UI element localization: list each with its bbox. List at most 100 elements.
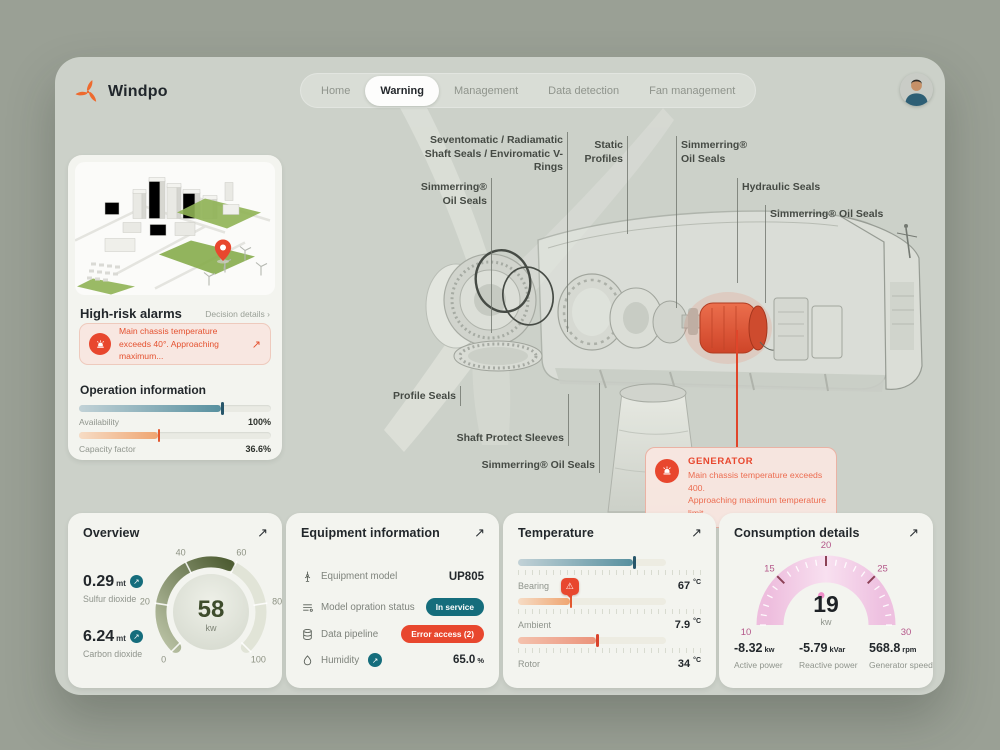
temperature-warning-icon[interactable]: ⚠	[561, 578, 579, 595]
city-map-image	[75, 162, 275, 295]
error-access-badge[interactable]: Error access (2)	[401, 625, 484, 643]
diagram-label-shaft-protect: Shaft Protect Sleeves	[414, 432, 564, 446]
svg-text:0: 0	[161, 654, 166, 664]
sulfur-stat: 0.29mt↗ Sulfur dioxide	[83, 573, 143, 604]
bearing-value: 67 °C	[678, 579, 701, 592]
high-risk-alert[interactable]: Main chassis temperature exceeds 40°. Ap…	[79, 323, 271, 365]
bearing-tick	[633, 556, 636, 569]
svg-text:20: 20	[821, 540, 832, 551]
ruler	[518, 570, 701, 575]
svg-text:80: 80	[272, 597, 282, 607]
nav-tab-fan-management[interactable]: Fan management	[634, 76, 750, 106]
leader-line	[599, 383, 600, 473]
user-avatar[interactable]	[900, 73, 933, 106]
generator-speed-value: 568.8	[869, 641, 900, 655]
data-pipeline-row: Data pipeline Error access (2)	[301, 625, 484, 643]
reactive-power-value: -5.79	[799, 641, 828, 655]
decision-details-link[interactable]: Decision details ›	[205, 309, 270, 319]
ruler	[518, 609, 701, 614]
humidity-label: Humidity	[321, 655, 359, 666]
active-power-value: -8.32	[734, 641, 763, 655]
overview-title: Overview	[83, 526, 139, 540]
bearing-label: Bearing	[518, 581, 549, 591]
equipment-model-label: Equipment model	[321, 571, 442, 582]
carbon-unit: mt	[116, 634, 126, 643]
brand-logo[interactable]: Windpo	[75, 79, 168, 105]
capacity-value: 36.6%	[245, 444, 271, 454]
rotor-row: Rotor 34 °C	[518, 637, 701, 670]
humidity-row: Humidity ↗ 65.0%	[301, 653, 484, 667]
ambient-value: 7.9 °C	[675, 618, 701, 631]
alert-text: Main chassis temperature exceeds 40°. Ap…	[119, 325, 244, 362]
alarm-card-title: High-risk alarms	[80, 306, 182, 321]
reactive-power-unit: kVar	[830, 645, 846, 654]
leader-line	[491, 178, 492, 333]
sulfur-unit: mt	[116, 579, 126, 588]
diagram-label-simmerring-left: Simmerring® Oil Seals	[407, 181, 487, 208]
consumption-card: Consumption details ↗ 1015202530 19 kw -…	[719, 513, 933, 688]
active-power-stat: -8.32kw Active power	[734, 639, 783, 670]
diagram-label-hydraulic-seals: Hydraulic Seals	[742, 181, 842, 195]
rotor-value: 34 °C	[678, 657, 701, 670]
in-service-badge: In service	[426, 598, 484, 616]
overview-expand-icon[interactable]: ↗	[257, 526, 268, 539]
generator-speed-label: Generator speed	[869, 660, 933, 670]
sulfur-label: Sulfur dioxide	[83, 594, 143, 604]
availability-meter: Availability 100%	[79, 405, 271, 427]
rotor-label: Rotor	[518, 659, 540, 669]
sulfur-value: 0.29	[83, 573, 114, 590]
generator-alert-title: GENERATOR	[688, 456, 828, 467]
generator-alert-line1: Main chassis temperature exceeds 400.	[688, 469, 828, 494]
status-icon	[301, 601, 314, 614]
rotor-tick	[596, 634, 599, 647]
leader-line	[627, 136, 628, 234]
turbine-icon	[301, 570, 314, 583]
bearing-row: Bearing 67 °C	[518, 559, 701, 592]
capacity-fill	[79, 432, 158, 439]
operation-info-title: Operation information	[80, 383, 206, 397]
generator-leader-line	[736, 330, 738, 447]
reactive-power-label: Reactive power	[799, 660, 858, 670]
carbon-value: 6.24	[83, 628, 114, 645]
ruler	[518, 648, 701, 653]
ambient-fill	[518, 598, 570, 605]
siren-icon	[89, 333, 111, 355]
diagram-label-profile-seals: Profile Seals	[356, 390, 456, 404]
humidity-trend-badge[interactable]: ↗	[368, 653, 382, 667]
operation-status-label: Model opration status	[321, 602, 419, 613]
nav-tab-management[interactable]: Management	[439, 76, 533, 106]
brand-name: Windpo	[108, 83, 168, 101]
rotor-track	[518, 637, 666, 644]
alert-arrow-icon[interactable]: ↗	[252, 338, 261, 351]
equipment-title: Equipment information	[301, 526, 440, 540]
leader-line	[676, 136, 677, 308]
nav-tab-data-detection[interactable]: Data detection	[533, 76, 634, 106]
availability-track	[79, 405, 271, 412]
equipment-model-value: UP805	[449, 571, 484, 583]
svg-text:30: 30	[901, 627, 912, 638]
availability-value: 100%	[248, 417, 271, 427]
equipment-expand-icon[interactable]: ↗	[474, 526, 485, 539]
main-navigation: Home Warning Management Data detection F…	[300, 73, 756, 108]
bearing-fill	[518, 559, 633, 566]
consumption-gauge: 1015202530	[719, 527, 933, 639]
svg-text:40: 40	[176, 547, 186, 557]
carbon-stat: 6.24mt↗ Carbon dioxide	[83, 628, 143, 659]
equipment-model-row: Equipment model UP805	[301, 570, 484, 583]
svg-text:15: 15	[764, 563, 775, 574]
leader-line	[460, 386, 461, 406]
availability-fill	[79, 405, 221, 412]
generator-speed-unit: rpm	[902, 645, 916, 654]
leader-line	[568, 394, 569, 446]
nav-tab-home[interactable]: Home	[306, 76, 365, 106]
nav-tab-warning[interactable]: Warning	[365, 76, 439, 106]
availability-label: Availability	[79, 417, 119, 427]
temperature-title: Temperature	[518, 526, 594, 540]
active-power-unit: kw	[765, 645, 775, 654]
temperature-expand-icon[interactable]: ↗	[691, 526, 702, 539]
bearing-track	[518, 559, 666, 566]
leader-line	[737, 178, 738, 283]
diagram-label-simmerring-top: Simmerring® Oil Seals	[681, 139, 751, 166]
power-gauge: 020406080100	[136, 541, 282, 686]
active-power-label: Active power	[734, 660, 783, 670]
